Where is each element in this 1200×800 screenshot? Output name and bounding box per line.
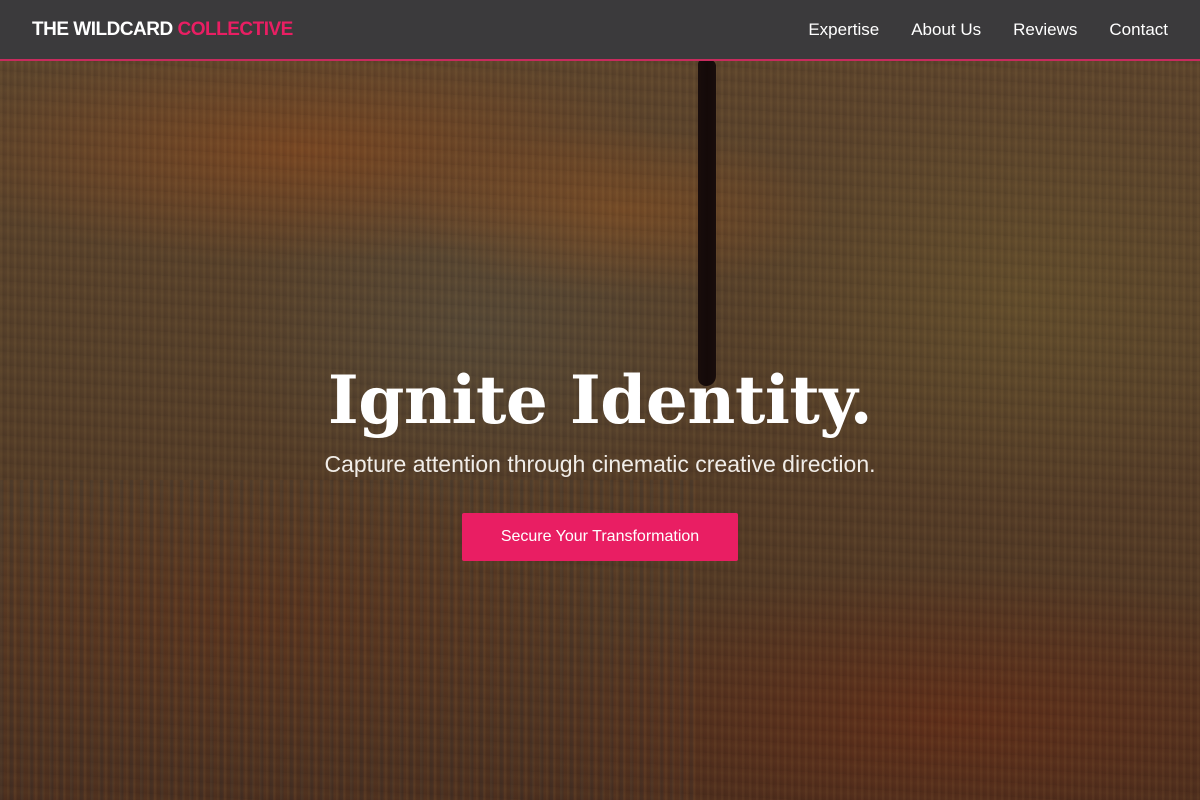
- hero-title: Ignite Identity.: [327, 361, 873, 439]
- hero-section: Ignite Identity. Capture attention throu…: [0, 352, 1200, 561]
- landing-page: THE WILDCARD COLLECTIVE Expertise About …: [0, 0, 1200, 800]
- nav-link-reviews[interactable]: Reviews: [1013, 20, 1077, 40]
- top-navbar: THE WILDCARD COLLECTIVE Expertise About …: [0, 0, 1200, 61]
- cta-button[interactable]: Secure Your Transformation: [462, 513, 738, 561]
- brand-name-main: THE WILDCARD: [32, 18, 173, 40]
- brand-logo[interactable]: THE WILDCARD COLLECTIVE: [32, 19, 293, 41]
- nav-links: Expertise About Us Reviews Contact: [808, 20, 1168, 40]
- brand-name-accent: COLLECTIVE: [177, 18, 293, 40]
- nav-link-contact[interactable]: Contact: [1109, 20, 1168, 40]
- nav-link-expertise[interactable]: Expertise: [808, 20, 879, 40]
- nav-link-about-us[interactable]: About Us: [911, 20, 981, 40]
- hero-subtitle: Capture attention through cinematic crea…: [324, 451, 876, 477]
